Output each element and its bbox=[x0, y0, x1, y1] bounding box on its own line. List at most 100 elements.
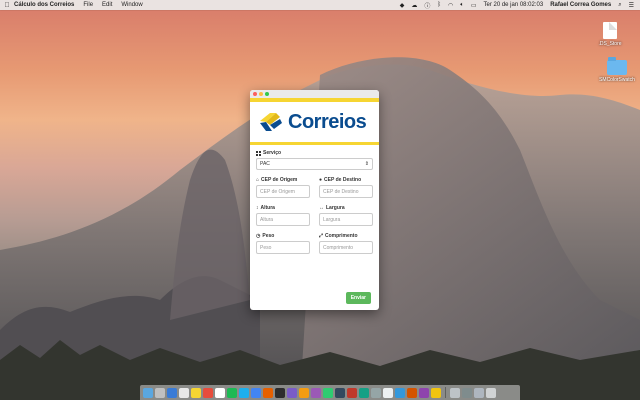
altura-label: ↕ Altura bbox=[256, 205, 310, 211]
window-titlebar[interactable] bbox=[250, 90, 379, 98]
menu-app-name[interactable]: Cálculo dos Correios bbox=[14, 2, 74, 8]
notes-icon[interactable] bbox=[191, 387, 201, 398]
clock-icon: ◷ bbox=[256, 233, 261, 239]
comprimento-input[interactable]: Comprimento bbox=[319, 241, 373, 254]
document-icon bbox=[603, 22, 617, 39]
cep-destino-label: ● CEP de Destino bbox=[319, 177, 373, 183]
dock-separator bbox=[445, 387, 446, 398]
textedit-icon[interactable] bbox=[383, 387, 393, 398]
cep-destino-input[interactable]: CEP de Destino bbox=[319, 185, 373, 198]
launchpad-icon[interactable] bbox=[155, 387, 165, 398]
sketch-icon[interactable] bbox=[299, 387, 309, 398]
appstore-icon[interactable] bbox=[395, 387, 405, 398]
desktop-icon-label: .DS_Store bbox=[598, 41, 622, 47]
comprimento-placeholder: Comprimento bbox=[323, 244, 354, 251]
servico-label-text: Serviço bbox=[263, 150, 282, 156]
altura-label-text: Altura bbox=[260, 205, 275, 211]
vlc-icon[interactable] bbox=[407, 387, 417, 398]
folder-stack-icon[interactable] bbox=[474, 387, 484, 398]
filezilla-icon[interactable] bbox=[359, 387, 369, 398]
firefox-icon[interactable] bbox=[263, 387, 273, 398]
downloads-stack-icon[interactable] bbox=[462, 387, 472, 398]
finder-icon[interactable] bbox=[143, 387, 153, 398]
menu-file[interactable]: File bbox=[83, 2, 93, 8]
menubar-datetime[interactable]: Ter 20 de jan 08:02:03 bbox=[483, 2, 543, 8]
minimize-button[interactable] bbox=[259, 92, 263, 96]
desktop-icon-smcolorswatch[interactable]: SMColorSwatch bbox=[595, 57, 639, 83]
bluetooth-icon[interactable]: ᛒ bbox=[437, 2, 441, 8]
cep-origem-placeholder: CEP de Origem bbox=[260, 188, 295, 195]
mail-icon[interactable] bbox=[179, 387, 189, 398]
menu-edit[interactable]: Edit bbox=[102, 2, 112, 8]
app-window: Correios Serviço PAC ⇕ ⌂ CEP de Origem C… bbox=[250, 90, 379, 310]
menubar-user[interactable]: Rafael Correa Gomes bbox=[550, 2, 611, 8]
select-arrows-icon: ⇕ bbox=[364, 161, 369, 167]
app-icon[interactable] bbox=[419, 387, 429, 398]
cep-origem-label-text: CEP de Origem bbox=[261, 177, 298, 183]
zoom-button[interactable] bbox=[265, 92, 269, 96]
battery-icon[interactable]: ▭ bbox=[471, 2, 477, 9]
menu-window[interactable]: Window bbox=[121, 2, 142, 8]
peso-placeholder: Peso bbox=[260, 244, 272, 251]
cep-destino-placeholder: CEP de Destino bbox=[323, 188, 359, 195]
servico-selected-value: PAC bbox=[260, 161, 270, 167]
wifi-icon[interactable]: ◠ bbox=[448, 2, 453, 9]
spotlight-icon[interactable]: ⌕ bbox=[618, 2, 621, 9]
largura-placeholder: Largura bbox=[323, 216, 341, 223]
safari-icon[interactable] bbox=[167, 387, 177, 398]
dock bbox=[140, 385, 520, 400]
form-footer: Enviar bbox=[250, 292, 379, 304]
largura-label: ↔ Largura bbox=[319, 205, 373, 211]
dropbox-icon[interactable]: ◆ bbox=[400, 2, 405, 9]
photoshop-icon[interactable] bbox=[335, 387, 345, 398]
skype-icon[interactable] bbox=[239, 387, 249, 398]
dimensions-row: ↕ Altura Altura ↔ Largura Largura bbox=[256, 205, 373, 226]
peso-label: ◷ Peso bbox=[256, 233, 310, 239]
calendar-icon[interactable] bbox=[203, 387, 213, 398]
notification-center-icon[interactable]: ☰ bbox=[629, 2, 634, 9]
desktop-icon-label: SMColorSwatch bbox=[599, 77, 635, 83]
enviar-button[interactable]: Enviar bbox=[345, 292, 371, 304]
messages-icon[interactable] bbox=[323, 387, 333, 398]
correios-logo: Correios bbox=[250, 102, 379, 142]
shipping-form: Serviço PAC ⇕ ⌂ CEP de Origem CEP de Ori… bbox=[250, 145, 379, 254]
servico-label: Serviço bbox=[256, 150, 373, 156]
editor-icon[interactable] bbox=[287, 387, 297, 398]
home-icon: ⌂ bbox=[256, 177, 260, 183]
peso-input[interactable]: Peso bbox=[256, 241, 310, 254]
menu-bar:  Cálculo dos Correios File Edit Window … bbox=[0, 0, 640, 10]
info-icon[interactable]: ⓘ bbox=[424, 1, 430, 10]
correios-logo-text: Correios bbox=[288, 110, 367, 133]
trash-icon[interactable] bbox=[486, 387, 496, 398]
expand-icon: ⤢ bbox=[319, 233, 324, 239]
spotify-icon[interactable] bbox=[227, 387, 237, 398]
horizontal-arrows-icon: ↔ bbox=[319, 205, 324, 211]
weight-row: ◷ Peso Peso ⤢ Comprimento Comprimento bbox=[256, 233, 373, 254]
largura-input[interactable]: Largura bbox=[319, 213, 373, 226]
cep-destino-label-text: CEP de Destino bbox=[324, 177, 362, 183]
apple-menu-icon[interactable]:  bbox=[0, 2, 14, 9]
cep-origem-label: ⌂ CEP de Origem bbox=[256, 177, 310, 183]
volume-icon[interactable]: 🔈︎ bbox=[460, 2, 464, 9]
chrome-icon[interactable] bbox=[251, 387, 261, 398]
correios-app-icon[interactable] bbox=[431, 387, 441, 398]
reminders-icon[interactable] bbox=[215, 387, 225, 398]
cep-origem-input[interactable]: CEP de Origem bbox=[256, 185, 310, 198]
correios-logo-icon bbox=[260, 113, 282, 131]
cep-row: ⌂ CEP de Origem CEP de Origem ● CEP de D… bbox=[256, 177, 373, 198]
altura-placeholder: Altura bbox=[260, 216, 274, 223]
terminal-icon[interactable] bbox=[275, 387, 285, 398]
user-icon: ● bbox=[319, 177, 323, 183]
itunes-icon[interactable] bbox=[311, 387, 321, 398]
illustrator-icon[interactable] bbox=[347, 387, 357, 398]
cloud-icon[interactable]: ☁ bbox=[411, 2, 417, 9]
altura-input[interactable]: Altura bbox=[256, 213, 310, 226]
servico-select[interactable]: PAC ⇕ bbox=[256, 158, 373, 170]
grid-icon bbox=[256, 150, 261, 156]
peso-label-text: Peso bbox=[262, 233, 275, 239]
desktop-icon-ds-store[interactable]: .DS_Store bbox=[588, 22, 632, 47]
preferences-icon[interactable] bbox=[371, 387, 381, 398]
vertical-arrows-icon: ↕ bbox=[256, 205, 259, 211]
document-thumbnail[interactable] bbox=[450, 387, 460, 398]
close-button[interactable] bbox=[253, 92, 257, 96]
